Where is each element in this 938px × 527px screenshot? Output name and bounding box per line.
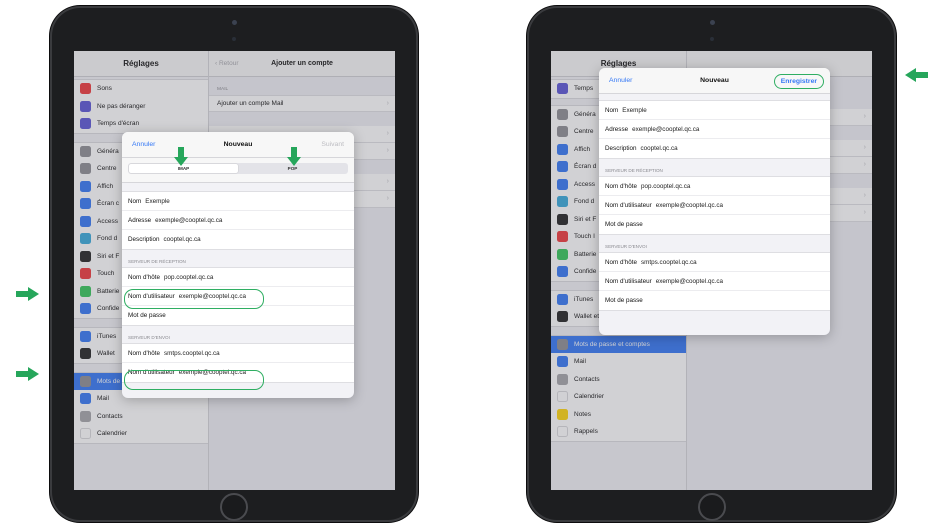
field-label: Nom d'hôte <box>605 258 638 266</box>
new-account-sheet: Annuler Nouveau Enregistrer Nom Exemple Ad… <box>599 68 830 335</box>
field-value[interactable]: smtps.cooptel.qc.ca <box>641 259 697 266</box>
arrow-left-icon <box>904 68 928 82</box>
ipad-left: Réglages Sons Ne pas déranger Temps d'écra… <box>50 6 418 522</box>
outgoing-caption: SERVEUR D'ENVOI <box>128 335 170 340</box>
form-field-row[interactable]: Mot de passe <box>599 291 830 310</box>
arrow-right-icon <box>16 287 40 301</box>
save-button[interactable]: Enregistrer <box>773 74 824 89</box>
sensor-icon <box>232 37 236 41</box>
field-value[interactable]: exemple@cooptel.qc.ca <box>656 278 723 285</box>
field-value[interactable]: cooptel.qc.ca <box>164 236 201 243</box>
tutorial-figure: Réglages Sons Ne pas déranger Temps d'écra… <box>0 0 938 527</box>
account-fields: Nom Exemple Adresse exemple@cooptel.qc.ca De… <box>599 100 830 159</box>
form-field-row[interactable]: Nom d'utilisateur exemple@cooptel.qc.ca <box>599 196 830 215</box>
field-label: Description <box>605 145 637 152</box>
field-label: Nom d'hôte <box>128 273 161 281</box>
field-value[interactable]: exemple@cooptel.qc.ca <box>656 202 723 209</box>
form-field-row[interactable]: Adresse exemple@cooptel.qc.ca <box>122 211 354 230</box>
field-label: Adresse <box>128 216 152 224</box>
arrow-down-icon <box>287 147 301 167</box>
form-field-row[interactable]: Description cooptel.qc.ca <box>122 230 354 249</box>
incoming-caption: SERVEUR DE RÉCEPTION <box>605 168 663 173</box>
form-field-row[interactable]: Adresse exemple@cooptel.qc.ca <box>599 120 830 139</box>
outgoing-caption: SERVEUR D'ENVOI <box>605 244 647 249</box>
field-label: Mot de passe <box>605 297 643 304</box>
field-value[interactable]: Exemple <box>622 107 647 114</box>
screen-right: Réglages Temps Généra Centre Affich Écran d… <box>551 51 872 490</box>
account-fields: Nom Exemple Adresse exemple@cooptel.qc.ca De… <box>122 191 354 250</box>
field-label: Nom d'utilisateur <box>605 201 652 209</box>
arrow-down-icon <box>174 147 188 167</box>
sheet-title: Nouveau <box>223 141 253 148</box>
form-field-row[interactable]: Mot de passe <box>599 215 830 234</box>
sensor-icon <box>709 37 714 41</box>
form-field-row[interactable]: Nom d'utilisateur exemple@cooptel.qc.ca <box>599 272 830 291</box>
field-label: Nom <box>605 106 619 114</box>
field-value[interactable]: pop.cooptel.qc.ca <box>164 274 213 281</box>
field-label: Nom d'hôte <box>128 349 161 357</box>
incoming-caption: SERVEUR DE RÉCEPTION <box>128 259 186 264</box>
account-type-control: IMAP POP <box>122 158 354 183</box>
field-label: Adresse <box>605 125 629 133</box>
field-label: Mot de passe <box>128 312 166 319</box>
camera-icon <box>709 20 715 25</box>
highlight-incoming-host <box>124 289 264 309</box>
field-label: Nom <box>128 197 142 205</box>
form-field-row[interactable]: Nom d'hôte pop.cooptel.qc.ca <box>599 177 830 196</box>
field-value[interactable]: Exemple <box>145 198 170 205</box>
home-button[interactable] <box>220 493 248 521</box>
form-field-row[interactable]: Nom d'hôte smtps.cooptel.qc.ca <box>599 253 830 272</box>
field-label: Nom d'utilisateur <box>605 277 652 285</box>
incoming-server-fields: Nom d'hôte pop.cooptel.qc.ca Nom d'utilisa… <box>599 176 830 235</box>
field-value[interactable]: smtps.cooptel.qc.ca <box>164 350 220 357</box>
field-label: Mot de passe <box>605 221 643 228</box>
field-label: Nom d'hôte <box>605 182 638 190</box>
camera-icon <box>232 20 237 25</box>
form-field-row[interactable]: Description cooptel.qc.ca <box>599 139 830 158</box>
form-field-row[interactable]: Nom d'hôte smtps.cooptel.qc.ca <box>122 344 354 363</box>
sheet-header: Annuler Nouveau Suivant <box>122 132 354 158</box>
next-button[interactable]: Suivant <box>321 141 344 148</box>
outgoing-server-fields: Nom d'hôte smtps.cooptel.qc.ca Nom d'utili… <box>599 252 830 311</box>
new-account-sheet: Annuler Nouveau Suivant IMAP POP Nom Exem… <box>122 132 354 398</box>
ipad-right: Réglages Temps Généra Centre Affich Écran d… <box>527 6 896 522</box>
field-value[interactable]: exemple@cooptel.qc.ca <box>155 217 222 224</box>
home-button[interactable] <box>697 493 726 521</box>
form-field-row[interactable]: Nom d'hôte pop.cooptel.qc.ca <box>122 268 354 287</box>
sheet-header: Annuler Nouveau Enregistrer <box>599 68 830 94</box>
field-label: Description <box>128 236 160 243</box>
field-value[interactable]: pop.cooptel.qc.ca <box>641 183 690 190</box>
form-field-row[interactable]: Nom Exemple <box>122 192 354 211</box>
field-value[interactable]: exemple@cooptel.qc.ca <box>632 126 699 133</box>
screen-left: Réglages Sons Ne pas déranger Temps d'écra… <box>74 51 395 490</box>
arrow-right-icon <box>16 367 40 381</box>
form-field-row[interactable]: Nom Exemple <box>599 101 830 120</box>
highlight-outgoing-host <box>124 370 264 390</box>
field-value[interactable]: cooptel.qc.ca <box>641 145 678 152</box>
